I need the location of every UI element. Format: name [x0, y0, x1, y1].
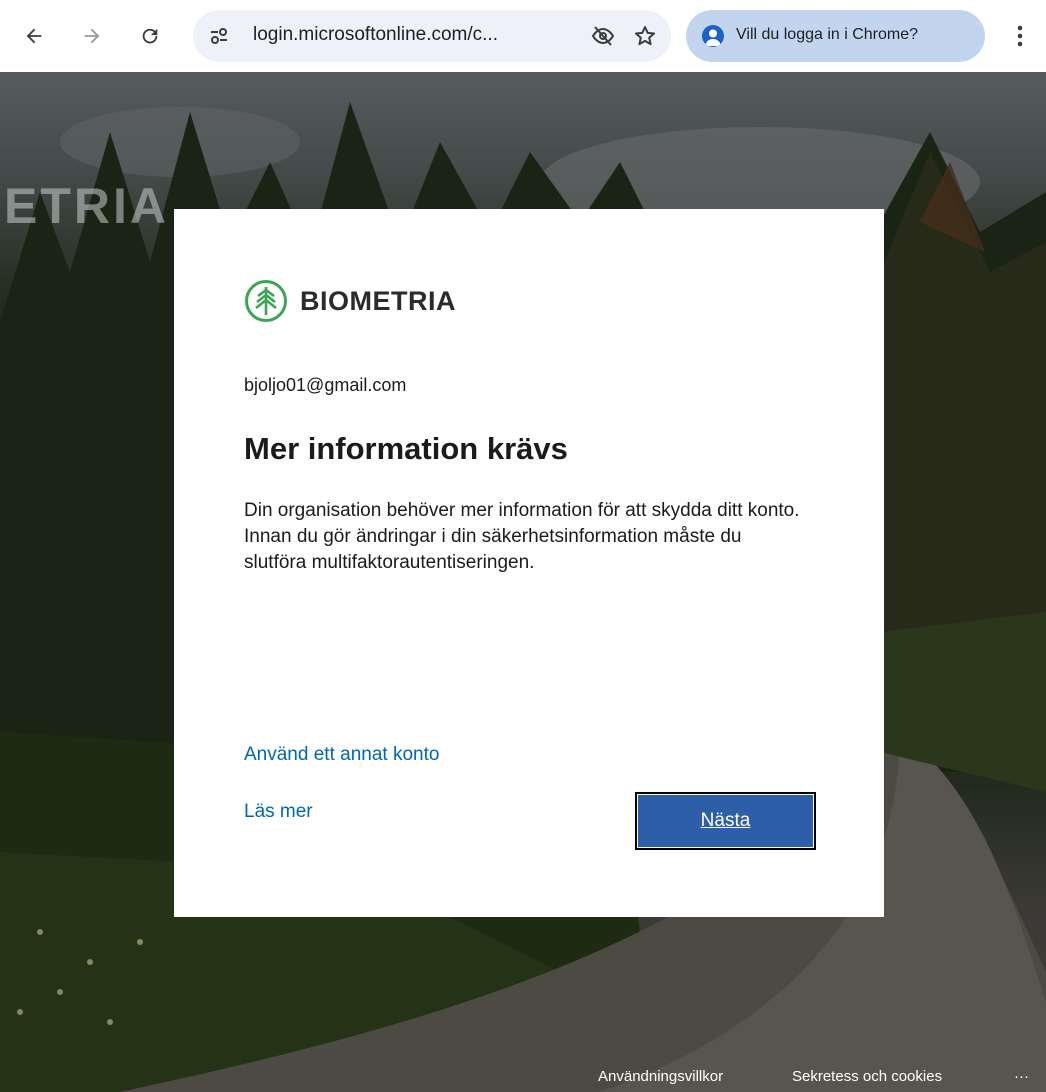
reload-button[interactable]: [132, 18, 168, 54]
privacy-cookies-link[interactable]: Sekretess och cookies: [792, 1068, 942, 1085]
profile-button[interactable]: Vill du logga in i Chrome?: [686, 10, 985, 62]
profile-prompt: Vill du logga in i Chrome?: [736, 26, 919, 43]
biometria-tree-icon: [245, 280, 287, 322]
terms-link[interactable]: Användningsvillkor: [598, 1068, 723, 1085]
logo-text: BIOMETRIA: [300, 285, 456, 316]
account-email: bjoljo01@gmail.com: [244, 375, 407, 395]
learn-more-link[interactable]: Läs mer: [244, 801, 313, 823]
forward-button[interactable]: [74, 18, 110, 54]
page-footer: Användningsvillkor Sekretess och cookies…: [0, 1064, 1046, 1092]
url-text[interactable]: login.microsoftonline.com/c...: [253, 24, 498, 46]
arrow-left-icon: [26, 28, 42, 44]
tune-icon: [211, 28, 227, 44]
reload-icon: [142, 28, 158, 44]
address-bar[interactable]: login.microsoftonline.com/c...: [193, 10, 671, 62]
description-text: Din organisation behöver mer information…: [244, 500, 800, 573]
back-button[interactable]: [16, 18, 52, 54]
tracking-protection-button[interactable]: [589, 22, 617, 50]
person-icon: [702, 25, 724, 47]
star-icon: [635, 26, 655, 46]
browser-toolbar: login.microsoftonline.com/c... Vill du l…: [0, 0, 1046, 72]
eye-off-icon: [591, 26, 615, 46]
site-info-button[interactable]: [207, 24, 231, 48]
arrow-right-icon: [84, 28, 100, 44]
background-brand-text: ETRIA: [4, 178, 169, 234]
use-other-account-link[interactable]: Använd ett annat konto: [244, 744, 439, 766]
next-button[interactable]: Nästa: [635, 792, 816, 850]
footer-more-button[interactable]: ···: [1014, 1068, 1029, 1085]
page-title: Mer information krävs: [244, 431, 568, 466]
bookmark-button[interactable]: [631, 22, 659, 50]
biometria-logo: BIOMETRIA: [244, 279, 456, 323]
sign-in-card: BIOMETRIA bjoljo01@gmail.com Mer informa…: [174, 209, 884, 917]
kebab-menu-icon: [1017, 25, 1023, 47]
browser-menu-button[interactable]: [1006, 18, 1034, 54]
login-page-background: ETRIA BIOMETRIA bjoljo01@gmail.com Mer i…: [0, 72, 1046, 1092]
